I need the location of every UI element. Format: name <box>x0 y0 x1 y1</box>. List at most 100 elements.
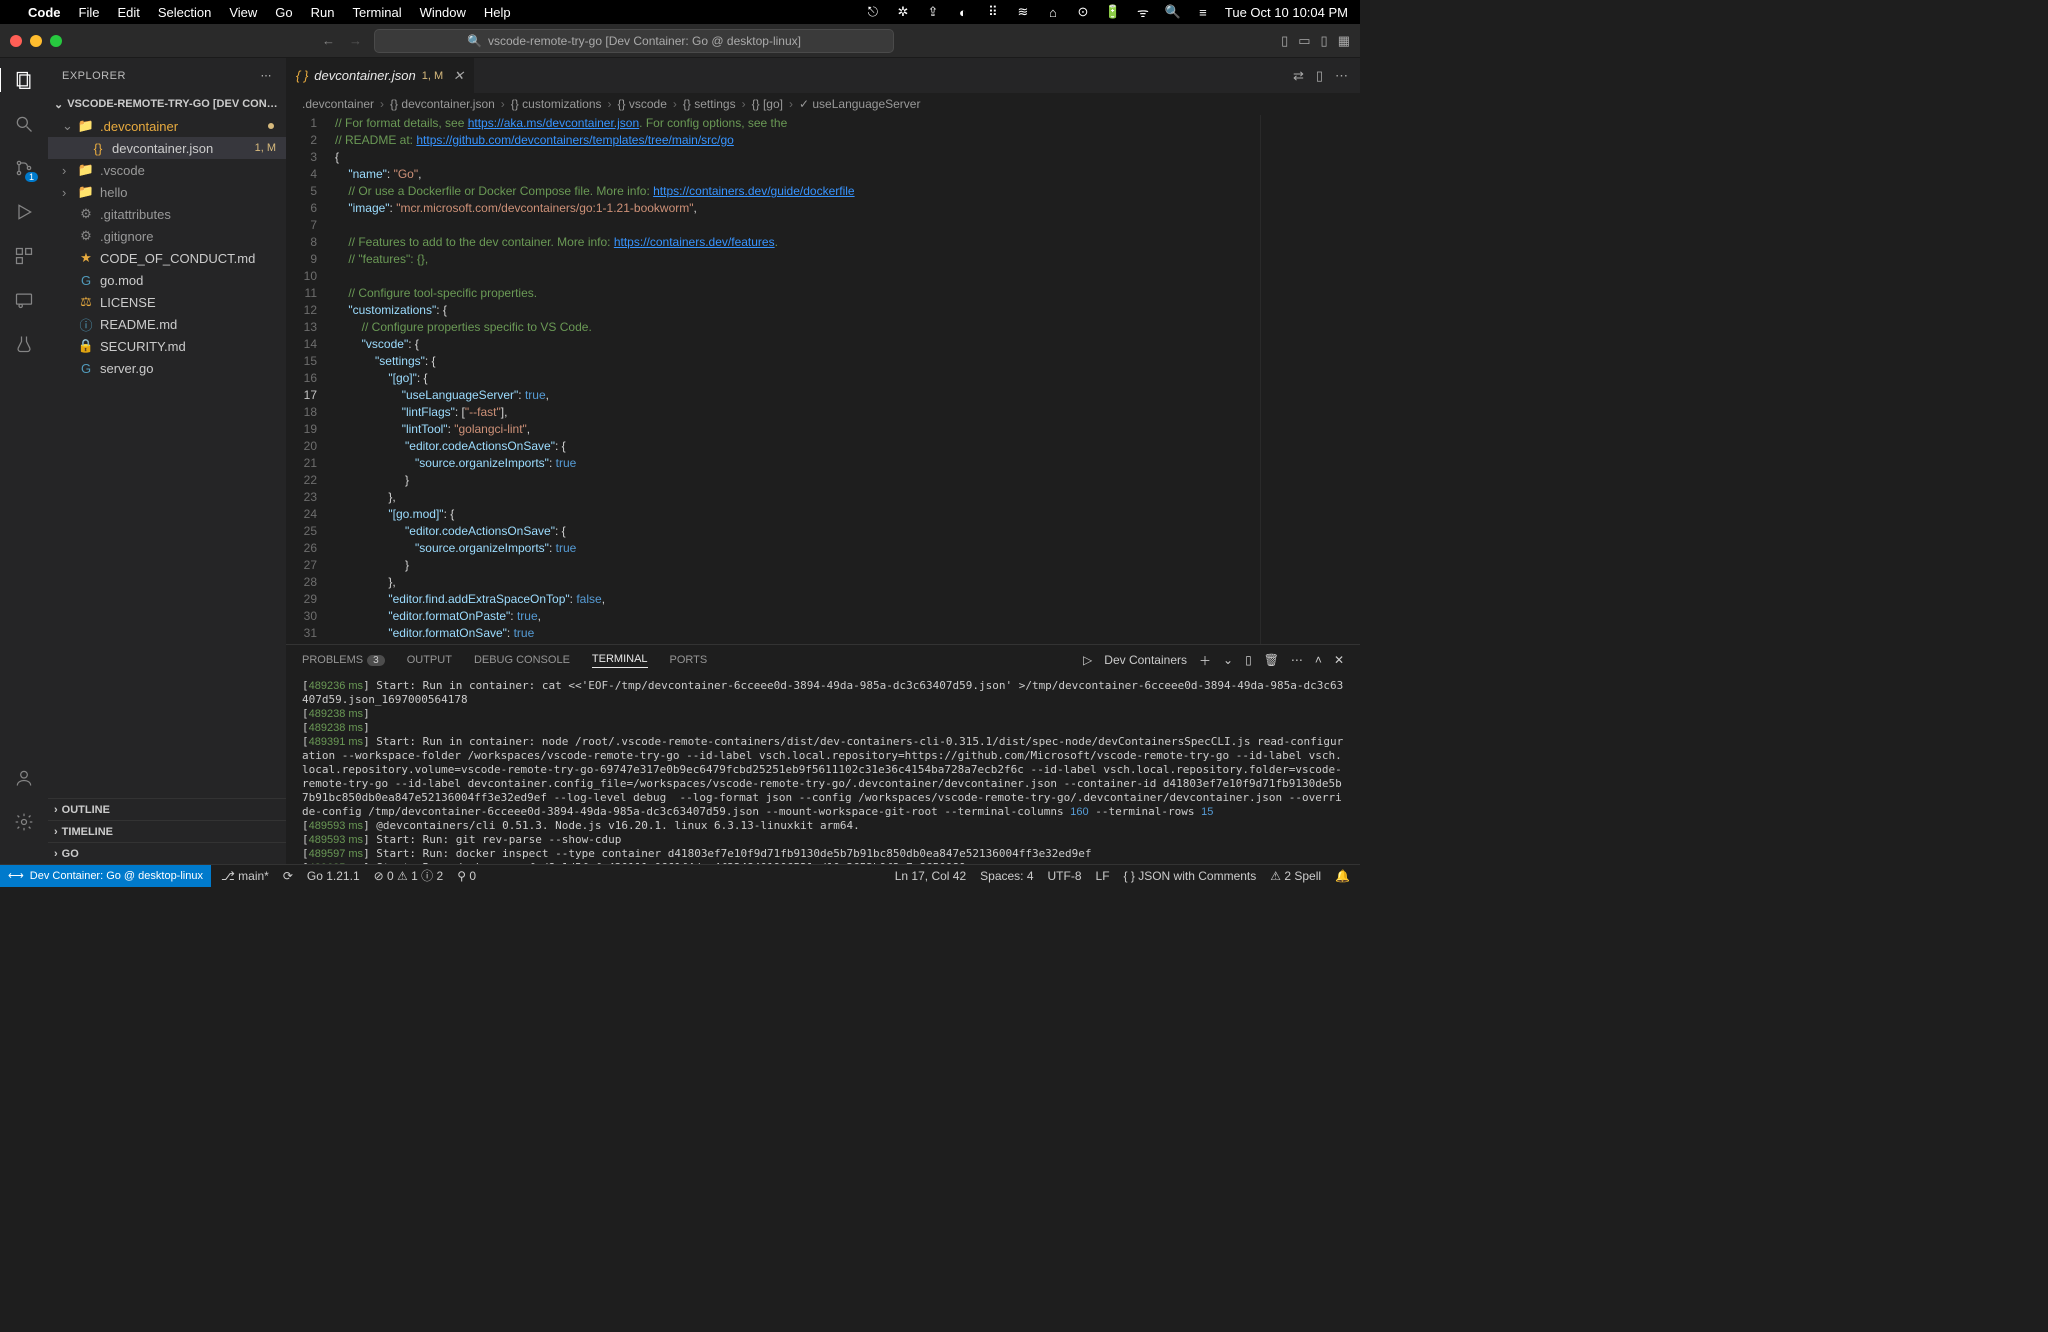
statusicon-6[interactable]: ≋ <box>1015 4 1031 20</box>
sidebar-more-icon[interactable]: ⋯ <box>261 69 273 82</box>
remote-indicator[interactable]: ⟷ Dev Container: Go @ desktop-linux <box>0 865 211 887</box>
control-center-icon[interactable]: ≡ <box>1195 4 1211 20</box>
panel-tab-terminal[interactable]: TERMINAL <box>592 653 648 668</box>
menu-run[interactable]: Run <box>311 5 335 20</box>
panel-tab-problems[interactable]: PROBLEMS3 <box>302 654 385 666</box>
editor-tab-devcontainer[interactable]: { } devcontainer.json 1, M ✕ <box>286 58 475 93</box>
activity-explorer-icon[interactable] <box>0 68 47 92</box>
breadcrumbs[interactable]: .devcontainer› {} devcontainer.json› {} … <box>286 93 1360 115</box>
terminal-dropdown-icon[interactable]: ⌄ <box>1223 653 1233 667</box>
tree-item-license[interactable]: ⚖LICENSE <box>48 291 286 313</box>
outline-section[interactable]: ›OUTLINE <box>48 798 286 820</box>
menu-file[interactable]: File <box>79 5 100 20</box>
panel-tab-debug[interactable]: DEBUG CONSOLE <box>474 654 570 666</box>
status-branch[interactable]: ⎇ main* <box>221 869 269 883</box>
menu-window[interactable]: Window <box>420 5 466 20</box>
split-editor-icon[interactable]: ▯ <box>1316 68 1323 84</box>
nav-back-icon[interactable]: ← <box>322 33 335 48</box>
panel-tab-output[interactable]: OUTPUT <box>407 654 452 666</box>
menu-go[interactable]: Go <box>275 5 292 20</box>
tree-item-go-mod[interactable]: Ggo.mod <box>48 269 286 291</box>
code-editor[interactable]: 1234567891011121314151617181920212223242… <box>286 115 1360 644</box>
compare-changes-icon[interactable]: ⇄ <box>1293 68 1304 84</box>
terminal-output[interactable]: [489236 ms] Start: Run in container: cat… <box>286 675 1360 864</box>
menubar-clock[interactable]: Tue Oct 10 10:04 PM <box>1225 5 1348 20</box>
status-ports[interactable]: ⚲ 0 <box>457 869 476 883</box>
status-sync[interactable]: ⟳ <box>283 869 293 883</box>
terminal-kill-icon[interactable]: 🗑 <box>1264 653 1279 667</box>
menu-view[interactable]: View <box>229 5 257 20</box>
tree-item-code-of-conduct-md[interactable]: ★CODE_OF_CONDUCT.md <box>48 247 286 269</box>
tree-item-readme-md[interactable]: ⓘREADME.md <box>48 313 286 335</box>
statusicon-4[interactable]: ◐ <box>955 4 971 20</box>
statusicon-7[interactable]: ⌂ <box>1045 4 1061 20</box>
statusicon-2[interactable]: ✲ <box>895 4 911 20</box>
panel-more-icon[interactable]: ⋯ <box>1291 653 1303 667</box>
tree-item--gitignore[interactable]: ⚙.gitignore <box>48 225 286 247</box>
tree-item-security-md[interactable]: 🔒SECURITY.md <box>48 335 286 357</box>
workspace-name: VSCODE-REMOTE-TRY-GO [DEV CONTA... <box>67 98 280 110</box>
statusicon-1[interactable]: ⎋ <box>865 4 881 20</box>
timeline-section[interactable]: ›TIMELINE <box>48 820 286 842</box>
statusicon-3[interactable]: ⇪ <box>925 4 941 20</box>
activity-search-icon[interactable] <box>12 112 36 136</box>
layout-customize-icon[interactable]: ▦ <box>1338 33 1350 49</box>
tab-close-icon[interactable]: ✕ <box>453 68 464 84</box>
terminal-split-icon[interactable]: ▯ <box>1245 653 1252 667</box>
panel-tab-ports[interactable]: PORTS <box>670 654 708 666</box>
minimize-window-button[interactable] <box>30 35 42 47</box>
activity-account-icon[interactable] <box>12 766 36 790</box>
tree-item--gitattributes[interactable]: ⚙.gitattributes <box>48 203 286 225</box>
tree-item--devcontainer[interactable]: ⌄📁.devcontainer <box>48 115 286 137</box>
terminal-task-label[interactable]: Dev Containers <box>1104 653 1187 667</box>
activity-settings-icon[interactable] <box>12 810 36 834</box>
panel-maximize-icon[interactable]: ˄ <box>1315 653 1322 667</box>
activity-remote-icon[interactable] <box>12 288 36 312</box>
activity-scm-icon[interactable]: 1 <box>12 156 36 180</box>
status-go-version[interactable]: Go 1.21.1 <box>307 869 360 883</box>
status-cursor[interactable]: Ln 17, Col 42 <box>895 869 966 883</box>
zoom-window-button[interactable] <box>50 35 62 47</box>
status-bar: ⟷ Dev Container: Go @ desktop-linux ⎇ ma… <box>0 864 1360 886</box>
wifi-icon[interactable]: ᯤ <box>1135 4 1151 20</box>
statusicon-8[interactable]: ⊙ <box>1075 4 1091 20</box>
statusicon-5[interactable]: ⠿ <box>985 4 1001 20</box>
tree-item--vscode[interactable]: ›📁.vscode <box>48 159 286 181</box>
menu-terminal[interactable]: Terminal <box>353 5 402 20</box>
status-problems[interactable]: ⊘ 0 ⚠ 1 ⓘ 2 <box>374 867 444 884</box>
workspace-header[interactable]: ⌄VSCODE-REMOTE-TRY-GO [DEV CONTA... <box>48 93 286 115</box>
status-indent[interactable]: Spaces: 4 <box>980 869 1033 883</box>
menu-selection[interactable]: Selection <box>158 5 211 20</box>
minimap[interactable] <box>1260 115 1360 644</box>
menu-help[interactable]: Help <box>484 5 511 20</box>
layout-sidebar-left-icon[interactable]: ▯ <box>1281 33 1288 49</box>
status-eol[interactable]: LF <box>1096 869 1110 883</box>
tree-item-devcontainer-json[interactable]: {}devcontainer.json1, M <box>48 137 286 159</box>
layout-sidebar-right-icon[interactable]: ▯ <box>1321 33 1328 49</box>
status-language[interactable]: { } JSON with Comments <box>1124 869 1257 883</box>
more-actions-icon[interactable]: ⋯ <box>1335 68 1348 84</box>
status-notifications-icon[interactable]: 🔔 <box>1335 869 1350 883</box>
window-controls[interactable] <box>10 35 62 47</box>
go-section[interactable]: ›GO <box>48 842 286 864</box>
file-tree[interactable]: ⌄📁.devcontainer{}devcontainer.json1, M›📁… <box>48 115 286 798</box>
command-center[interactable]: 🔍vscode-remote-try-go [Dev Container: Go… <box>374 29 894 53</box>
activity-extensions-icon[interactable] <box>12 244 36 268</box>
nav-forward-icon[interactable]: → <box>349 33 362 48</box>
spotlight-icon[interactable]: 🔍 <box>1165 4 1181 20</box>
close-window-button[interactable] <box>10 35 22 47</box>
terminal-task-icon: ▷ <box>1083 653 1092 667</box>
panel-close-icon[interactable]: ✕ <box>1334 653 1344 667</box>
status-encoding[interactable]: UTF-8 <box>1048 869 1082 883</box>
status-spell[interactable]: ⚠ 2 Spell <box>1270 869 1321 883</box>
layout-panel-icon[interactable]: ▭ <box>1298 33 1310 49</box>
tree-item-hello[interactable]: ›📁hello <box>48 181 286 203</box>
activity-debug-icon[interactable] <box>12 200 36 224</box>
menu-edit[interactable]: Edit <box>117 5 139 20</box>
terminal-new-icon[interactable]: ＋ <box>1199 652 1211 669</box>
activity-testing-icon[interactable] <box>12 332 36 356</box>
menu-app[interactable]: Code <box>28 5 61 20</box>
tree-item-server-go[interactable]: Gserver.go <box>48 357 286 379</box>
macos-menu-items[interactable]: Code File Edit Selection View Go Run Ter… <box>28 5 511 20</box>
battery-icon[interactable]: 🔋 <box>1105 4 1121 20</box>
